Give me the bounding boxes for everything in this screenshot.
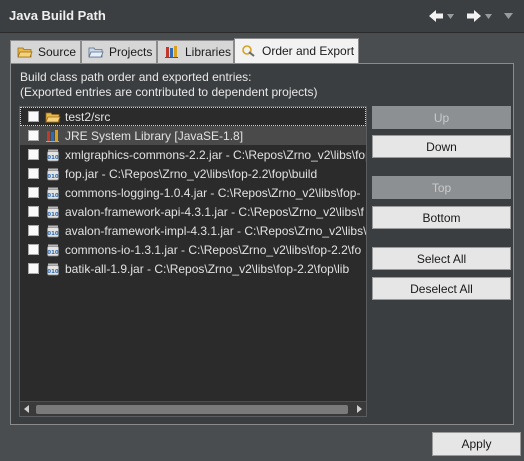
entry-label: avalon-framework-impl-4.3.1.jar - C:\Rep…	[65, 223, 367, 238]
tab-source-label: Source	[38, 45, 77, 59]
svg-text:010: 010	[47, 155, 59, 161]
tab-strip: Source Projects Libraries Order and Expo…	[10, 38, 514, 64]
svg-text:010: 010	[47, 193, 59, 199]
back-arrow-icon[interactable]	[428, 9, 444, 23]
build-path-dialog: Java Build Path Source Projects Librarie…	[0, 0, 524, 461]
entry-label: JRE System Library [JavaSE-1.8]	[65, 128, 244, 143]
export-checkbox[interactable]	[28, 206, 39, 217]
export-checkbox[interactable]	[28, 149, 39, 160]
jar-icon: 010	[45, 243, 61, 257]
list-item[interactable]: 010 commons-logging-1.0.4.jar - C:\Repos…	[20, 183, 366, 202]
forward-dropdown-icon[interactable]	[485, 13, 492, 19]
deselect-all-button[interactable]: Deselect All	[372, 277, 511, 300]
entry-label: avalon-framework-api-4.3.1.jar - C:\Repo…	[65, 204, 364, 219]
export-checkbox[interactable]	[28, 263, 39, 274]
export-checkbox[interactable]	[28, 187, 39, 198]
entry-label: batik-all-1.9.jar - C:\Repos\Zrno_v2\lib…	[65, 261, 350, 276]
source-folder-icon	[45, 110, 61, 124]
svg-text:010: 010	[47, 269, 59, 275]
svg-text:010: 010	[47, 250, 59, 256]
order-export-panel: Build class path order and exported entr…	[10, 63, 514, 425]
scroll-left-icon[interactable]	[24, 405, 29, 413]
tab-libraries[interactable]: Libraries	[157, 40, 234, 63]
library-icon	[45, 129, 61, 143]
description: Build class path order and exported entr…	[20, 70, 318, 100]
svg-text:010: 010	[47, 212, 59, 218]
entry-label: commons-logging-1.0.4.jar - C:\Repos\Zrn…	[65, 185, 361, 200]
list-item[interactable]: JRE System Library [JavaSE-1.8]	[20, 126, 366, 145]
svg-text:010: 010	[47, 174, 59, 180]
entry-label: commons-io-1.3.1.jar - C:\Repos\Zrno_v2\…	[65, 242, 362, 257]
scrollbar-thumb[interactable]	[36, 405, 348, 414]
export-checkbox[interactable]	[28, 111, 39, 122]
view-menu	[504, 7, 513, 25]
source-folder-icon	[17, 45, 33, 59]
entry-label: fop.jar - C:\Repos\Zrno_v2\libs\fop-2.2\…	[65, 166, 318, 181]
view-menu-icon[interactable]	[504, 13, 513, 19]
description-line-2: (Exported entries are contributed to dep…	[20, 85, 318, 99]
top-button[interactable]: Top	[372, 176, 511, 199]
tab-projects-label: Projects	[109, 45, 153, 59]
forward-nav	[466, 7, 492, 25]
horizontal-scrollbar[interactable]	[20, 401, 366, 416]
entry-label: test2/src	[65, 109, 111, 124]
back-nav	[428, 7, 454, 25]
export-checkbox[interactable]	[28, 225, 39, 236]
jar-icon: 010	[45, 148, 61, 162]
libraries-icon	[164, 45, 180, 59]
jar-icon: 010	[45, 167, 61, 181]
list-item[interactable]: 010 avalon-framework-impl-4.3.1.jar - C:…	[20, 221, 366, 240]
apply-button[interactable]: Apply	[432, 432, 521, 456]
forward-arrow-icon[interactable]	[466, 9, 482, 23]
export-checkbox[interactable]	[28, 130, 39, 141]
entry-label: xmlgraphics-commons-2.2.jar - C:\Repos\Z…	[65, 147, 367, 162]
classpath-entries-list[interactable]: test2/src JRE System Library [JavaSE-1.8…	[19, 106, 367, 417]
tab-order-and-export[interactable]: Order and Export	[234, 38, 359, 63]
tab-libraries-label: Libraries	[185, 45, 232, 59]
svg-text:010: 010	[47, 231, 59, 237]
jar-icon: 010	[45, 224, 61, 238]
up-button[interactable]: Up	[372, 106, 511, 129]
dialog-title: Java Build Path	[9, 8, 106, 23]
list-item[interactable]: 010 avalon-framework-api-4.3.1.jar - C:\…	[20, 202, 366, 221]
down-button[interactable]: Down	[372, 135, 511, 158]
jar-icon: 010	[45, 186, 61, 200]
export-checkbox[interactable]	[28, 168, 39, 179]
tab-order-and-export-label: Order and Export	[262, 44, 355, 58]
order-export-icon	[241, 44, 257, 58]
list-item[interactable]: 010 commons-io-1.3.1.jar - C:\Repos\Zrno…	[20, 240, 366, 259]
jar-icon: 010	[45, 205, 61, 219]
projects-folder-icon	[88, 45, 104, 59]
scroll-right-icon[interactable]	[357, 405, 362, 413]
bottom-button[interactable]: Bottom	[372, 206, 511, 229]
title-bar: Java Build Path	[0, 0, 524, 33]
jar-icon: 010	[45, 262, 61, 276]
list-item[interactable]: 010 xmlgraphics-commons-2.2.jar - C:\Rep…	[20, 145, 366, 164]
list-item[interactable]: test2/src	[20, 107, 366, 126]
tab-source[interactable]: Source	[10, 40, 81, 63]
back-dropdown-icon[interactable]	[447, 13, 454, 19]
list-item[interactable]: 010 fop.jar - C:\Repos\Zrno_v2\libs\fop-…	[20, 164, 366, 183]
list-item[interactable]: 010 batik-all-1.9.jar - C:\Repos\Zrno_v2…	[20, 259, 366, 278]
select-all-button[interactable]: Select All	[372, 247, 511, 270]
tab-projects[interactable]: Projects	[81, 40, 157, 63]
export-checkbox[interactable]	[28, 244, 39, 255]
description-line-1: Build class path order and exported entr…	[20, 70, 252, 84]
